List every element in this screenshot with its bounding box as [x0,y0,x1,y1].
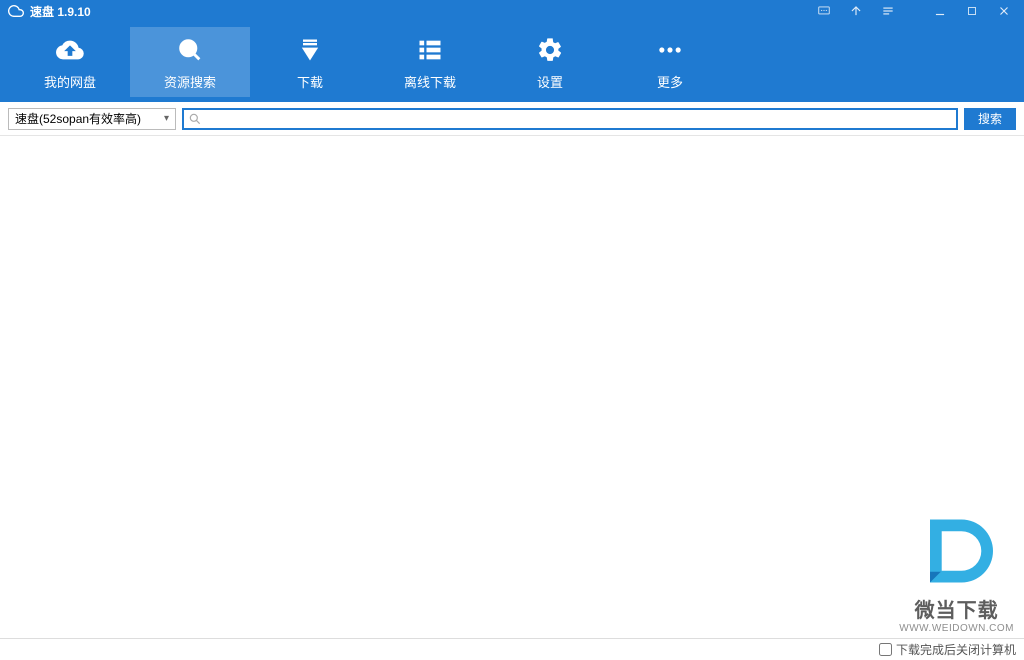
source-selected-label: 速盘(52sopan有效率高) [15,110,141,127]
gear-icon [536,34,564,66]
tab-offline-download[interactable]: 离线下载 [370,27,490,97]
download-icon [296,34,324,66]
tab-label: 下载 [297,72,323,91]
search-bar: 速盘(52sopan有效率高) 搜索 [0,102,1024,136]
source-select[interactable]: 速盘(52sopan有效率高) [8,108,176,130]
tab-label: 资源搜索 [164,72,216,91]
search-icon [176,34,204,66]
tab-label: 更多 [657,72,683,91]
maximize-button[interactable] [956,0,988,22]
more-icon [656,34,684,66]
watermark: 微当下载 WWW.WEIDOWN.COM [899,506,1014,634]
search-button[interactable]: 搜索 [964,108,1016,130]
watermark-title: 微当下载 [899,594,1014,623]
watermark-logo-icon [912,506,1002,596]
app-title: 速盘 1.9.10 [30,3,91,20]
status-bar: 下载完成后关闭计算机 [0,638,1024,660]
close-button[interactable] [988,0,1020,22]
tab-settings[interactable]: 设置 [490,27,610,97]
titlebar-left: 速盘 1.9.10 [8,3,91,20]
tab-my-netdisk[interactable]: 我的网盘 [10,27,130,97]
shutdown-checkbox[interactable] [879,643,892,656]
titlebar-controls [808,0,1020,22]
app-name: 速盘 [30,5,54,19]
tab-more[interactable]: 更多 [610,27,730,97]
search-input-container [182,108,958,130]
app-version: 1.9.10 [57,5,90,19]
minimize-button[interactable] [924,0,956,22]
tab-label: 我的网盘 [44,72,96,91]
tab-label: 离线下载 [404,72,456,91]
watermark-url: WWW.WEIDOWN.COM [899,623,1014,634]
tab-label: 设置 [537,72,563,91]
titlebar: 速盘 1.9.10 [0,0,1024,22]
list-icon [416,34,444,66]
shutdown-checkbox-label[interactable]: 下载完成后关闭计算机 [879,641,1016,658]
search-input-icon [188,112,202,126]
shutdown-label-text: 下载完成后关闭计算机 [896,641,1016,658]
tab-download[interactable]: 下载 [250,27,370,97]
search-button-label: 搜索 [978,110,1002,127]
cloud-disk-icon [56,34,84,66]
search-input[interactable] [202,110,952,128]
cloud-icon [8,3,24,19]
update-button[interactable] [840,0,872,22]
menu-button[interactable] [872,0,904,22]
content-area [0,136,1024,638]
main-toolbar: 我的网盘 资源搜索 下载 离线下载 设置 更多 [0,22,1024,102]
tab-resource-search[interactable]: 资源搜索 [130,27,250,97]
feedback-button[interactable] [808,0,840,22]
